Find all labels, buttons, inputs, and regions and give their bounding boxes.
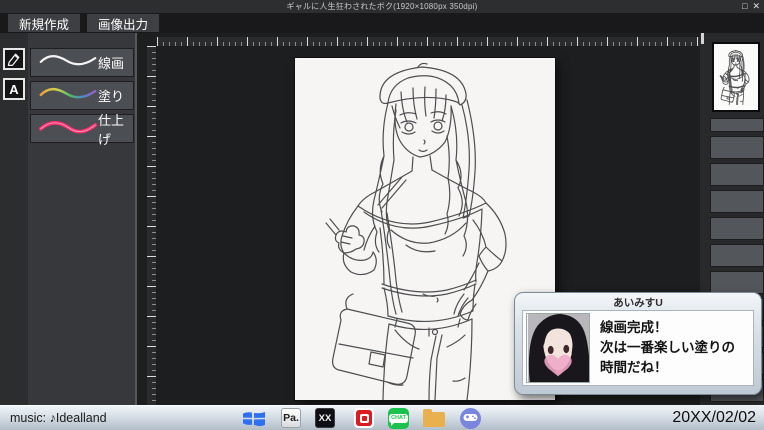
layer-row[interactable] <box>710 190 764 213</box>
dialog-text: 線画完成！ 次は一番楽しい塗りの 時間だね！ <box>600 318 735 378</box>
rainbow-wave-icon <box>38 84 98 107</box>
close-button[interactable]: ✕ <box>752 1 760 11</box>
game-app-icon[interactable] <box>460 408 481 429</box>
layer-button-coloring[interactable]: 塗り <box>30 81 134 110</box>
dialog-body: 線画完成！ 次は一番楽しい塗りの 時間だね！ <box>522 310 754 386</box>
text-tool-button[interactable]: A <box>3 78 25 100</box>
export-image-button[interactable]: 画像出力 <box>87 14 159 32</box>
layer-row[interactable] <box>710 217 764 240</box>
layer-row[interactable] <box>710 118 764 132</box>
music-status: music: ♪Idealland <box>10 411 107 425</box>
dialog-speaker-name: あいみすU <box>515 295 761 310</box>
layer-button-lineart[interactable]: 線画 <box>30 48 134 77</box>
avatar <box>526 313 590 383</box>
character-dialog[interactable]: あいみすU 線画完成！ 次は一番楽しい塗りの 時間だね！ <box>514 292 762 395</box>
taskbar: music: ♪Idealland Pa. XX CHAT <box>0 405 764 430</box>
date-display: 20XX/02/02 <box>672 409 756 427</box>
menu-bar: 新規作成 画像出力 <box>0 13 764 33</box>
layer-panel: 線画 塗り <box>28 33 135 405</box>
vertical-ruler <box>147 46 156 405</box>
chat-bubble-label: CHAT <box>389 414 408 424</box>
window-title: ギャルに人生狂わされたボク(1920×1080px 350dpi) <box>0 1 764 12</box>
title-bar: ギャルに人生狂わされたボク(1920×1080px 350dpi) □ ✕ <box>0 0 764 13</box>
layer-row[interactable] <box>710 271 764 294</box>
new-file-button[interactable]: 新規作成 <box>8 14 80 32</box>
dialog-line: 線画完成！ <box>600 318 735 338</box>
pen-tool-button[interactable] <box>3 48 25 70</box>
layer-label: 仕上げ <box>98 110 124 148</box>
lineart-wave-icon <box>38 51 98 74</box>
thumbnail-drawing <box>715 46 757 108</box>
game-controller-icon <box>463 410 478 428</box>
layer-row[interactable] <box>710 163 764 186</box>
maximize-button[interactable]: □ <box>742 1 747 11</box>
start-button[interactable] <box>241 408 267 430</box>
layer-row[interactable] <box>710 244 764 267</box>
tool-column: A <box>0 33 28 405</box>
folder-icon[interactable] <box>423 412 445 427</box>
text-tool-icon: A <box>9 82 18 97</box>
pink-wave-icon <box>38 117 98 140</box>
pen-icon <box>6 51 22 67</box>
dialog-line: 時間だね！ <box>600 358 735 378</box>
music-label: music: <box>10 411 46 425</box>
video-app-icon[interactable] <box>354 408 374 428</box>
layer-row[interactable] <box>710 136 764 159</box>
layer-label: 線画 <box>98 53 124 72</box>
music-track: ♪Idealland <box>50 411 107 425</box>
paint-app-icon[interactable]: Pa. <box>281 408 301 428</box>
windows-flag-icon <box>241 416 267 430</box>
layer-button-finishing[interactable]: 仕上げ <box>30 114 134 143</box>
dialog-line: 次は一番楽しい塗りの <box>600 338 735 358</box>
paint-app-window: ギャルに人生狂わされたボク(1920×1080px 350dpi) □ ✕ 新規… <box>0 0 764 430</box>
chat-app-icon[interactable]: CHAT <box>388 408 409 429</box>
navigator-thumbnail[interactable] <box>712 42 760 112</box>
horizontal-ruler <box>157 37 700 46</box>
layer-label: 塗り <box>98 86 124 105</box>
scrollbar-thumb[interactable] <box>701 33 704 44</box>
xx-app-icon[interactable]: XX <box>315 408 335 428</box>
